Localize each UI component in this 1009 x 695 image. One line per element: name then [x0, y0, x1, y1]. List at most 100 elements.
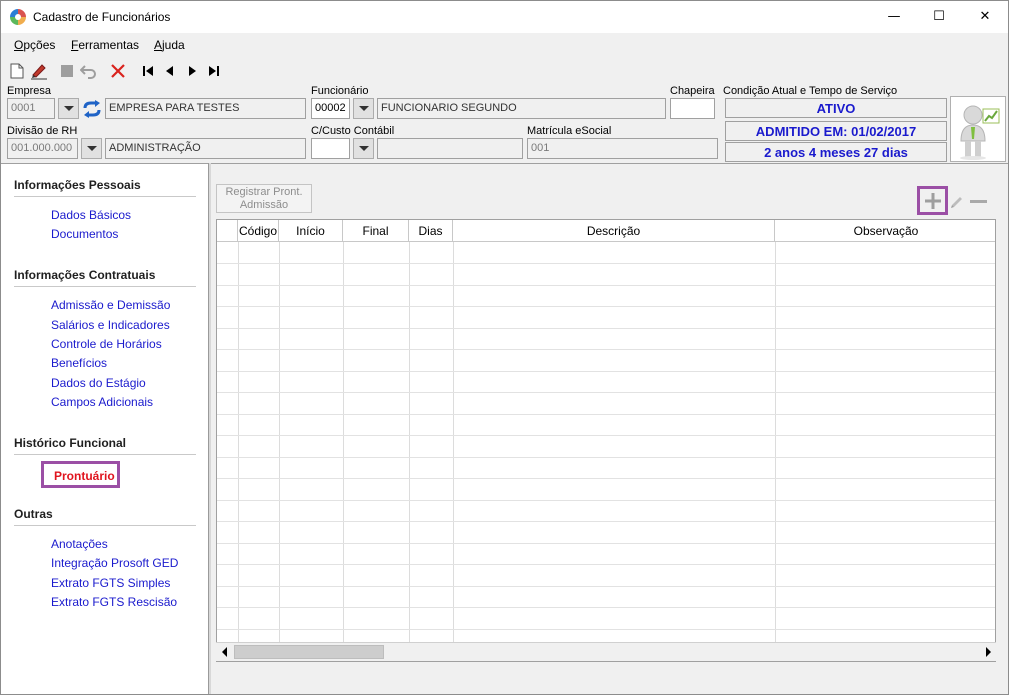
plus-icon — [924, 192, 941, 209]
grid-row-line — [217, 478, 995, 479]
section-informacoes-pessoais: Informações Pessoais — [14, 178, 141, 192]
grid-row-line — [217, 414, 995, 415]
grid-col-indicator — [217, 220, 238, 242]
register-admission-button[interactable]: Registrar Pront. Admissão — [216, 184, 312, 213]
grid-col-codigo[interactable]: Código — [238, 220, 279, 242]
register-admission-label-line2: Admissão — [239, 199, 289, 211]
new-document-icon[interactable] — [8, 62, 26, 80]
grid-col-final[interactable]: Final — [343, 220, 409, 242]
grid-row-line — [217, 328, 995, 329]
grid-row-line — [217, 564, 995, 565]
grid-col-descricao[interactable]: Descrição — [453, 220, 775, 242]
sidebar-item-dados-basicos[interactable]: Dados Básicos — [51, 208, 131, 222]
menu-ferramentas[interactable]: Ferramentas — [71, 38, 139, 52]
grid-row-line — [217, 349, 995, 350]
sidebar-item-prontuario[interactable]: Prontuário — [54, 469, 115, 483]
empresa-code-field[interactable]: 0001 — [7, 98, 55, 119]
menu-ajuda[interactable]: Ajuda — [154, 38, 185, 52]
section-outras: Outras — [14, 507, 53, 521]
sidebar-item-prontuario-highlight[interactable]: Prontuário — [41, 461, 120, 488]
sidebar-item-salarios[interactable]: Salários e Indicadores — [51, 318, 170, 332]
funcionario-code-field[interactable]: 00002 — [311, 98, 350, 119]
section-informacoes-contratuais: Informações Contratuais — [14, 268, 156, 282]
edit-record-icon[interactable] — [949, 193, 965, 209]
sidebar-item-admissao-demissao[interactable]: Admissão e Demissão — [51, 298, 170, 312]
register-admission-label-line1: Registrar Pront. — [225, 186, 303, 198]
first-record-icon[interactable] — [139, 62, 157, 80]
grid-column-line — [453, 242, 454, 661]
grid-header: Código Início Final Dias Descrição Obser… — [217, 220, 995, 242]
add-record-button[interactable] — [917, 186, 948, 215]
grid-row-line — [217, 435, 995, 436]
grid-col-inicio[interactable]: Início — [279, 220, 343, 242]
grid-row-line — [217, 285, 995, 286]
delete-icon[interactable] — [109, 62, 127, 80]
prontuario-grid[interactable]: Código Início Final Dias Descrição Obser… — [216, 219, 996, 662]
service-time-badge: 2 anos 4 meses 27 dias — [725, 142, 947, 162]
sidebar-item-anotacoes[interactable]: Anotações — [51, 537, 108, 551]
grid-row-line — [217, 306, 995, 307]
grid-col-dias[interactable]: Dias — [409, 220, 453, 242]
menu-bar: Opções Ferramentas Ajuda — [1, 33, 1008, 57]
section-divider — [14, 454, 196, 455]
condicao-label: Condição Atual e Tempo de Serviço — [723, 85, 898, 97]
sidebar-item-documentos[interactable]: Documentos — [51, 227, 118, 241]
divisao-name-field: ADMINISTRAÇÃO — [105, 138, 306, 159]
edit-icon[interactable] — [30, 62, 48, 80]
sidebar-item-beneficios[interactable]: Benefícios — [51, 356, 107, 370]
grid-row-line — [217, 371, 995, 372]
grid-row-line — [217, 607, 995, 608]
grid-row-line — [217, 629, 995, 630]
toolbar — [1, 58, 1008, 84]
divisao-dropdown-button[interactable] — [81, 138, 102, 159]
sidebar-item-integracao-ged[interactable]: Integração Prosoft GED — [51, 556, 178, 570]
menu-opcoes[interactable]: Opções — [14, 38, 55, 52]
grid-column-line — [279, 242, 280, 661]
custo-label: C/Custo Contábil — [311, 125, 395, 137]
minimize-button[interactable]: — — [871, 1, 917, 32]
grid-row-line — [217, 521, 995, 522]
sidebar-item-campos-adicionais[interactable]: Campos Adicionais — [51, 395, 153, 409]
sidebar-item-controle-horarios[interactable]: Controle de Horários — [51, 337, 162, 351]
scroll-right-icon[interactable] — [986, 647, 991, 657]
divisao-code-field[interactable]: 001.000.000 — [7, 138, 78, 159]
matricula-label: Matrícula eSocial — [527, 125, 612, 137]
empresa-name-field: EMPRESA PARA TESTES — [105, 98, 306, 119]
previous-record-icon[interactable] — [161, 62, 179, 80]
empresa-dropdown-button[interactable] — [58, 98, 79, 119]
sidebar-item-dados-estagio[interactable]: Dados do Estágio — [51, 376, 146, 390]
section-divider — [14, 286, 196, 287]
sidebar: Informações Pessoais Dados Básicos Docum… — [1, 163, 208, 694]
undo-icon[interactable] — [80, 62, 98, 80]
close-button[interactable]: ✕ — [962, 1, 1008, 32]
app-logo-icon — [10, 9, 26, 25]
divisao-label: Divisão de RH — [7, 125, 78, 137]
chapeira-field[interactable] — [670, 98, 715, 119]
employee-avatar — [950, 96, 1006, 162]
custo-code-field[interactable] — [311, 138, 350, 159]
section-historico-funcional: Histórico Funcional — [14, 436, 127, 450]
custo-dropdown-button[interactable] — [353, 138, 374, 159]
grid-row-line — [217, 586, 995, 587]
maximize-button[interactable]: ☐ — [916, 1, 962, 32]
prontuario-panel: Registrar Pront. Admissão Código Início … — [211, 163, 1008, 694]
window-title: Cadastro de Funcionários — [33, 10, 171, 24]
horizontal-scrollbar[interactable] — [216, 642, 996, 661]
application-window: Cadastro de Funcionários — ☐ ✕ Opções Fe… — [0, 0, 1009, 695]
scroll-left-icon[interactable] — [222, 647, 227, 657]
remove-record-icon[interactable] — [970, 200, 987, 203]
next-record-icon[interactable] — [183, 62, 201, 80]
scrollbar-thumb[interactable] — [234, 645, 384, 659]
grid-row-line — [217, 392, 995, 393]
grid-col-observacao[interactable]: Observação — [775, 220, 995, 242]
matricula-field[interactable]: 001 — [527, 138, 718, 159]
funcionario-dropdown-button[interactable] — [353, 98, 374, 119]
save-icon[interactable] — [58, 62, 76, 80]
section-divider — [14, 196, 196, 197]
grid-row-line — [217, 457, 995, 458]
swap-company-icon[interactable] — [82, 100, 102, 118]
sidebar-item-extrato-fgts-rescisao[interactable]: Extrato FGTS Rescisão — [51, 595, 177, 609]
funcionario-label: Funcionário — [311, 85, 369, 97]
last-record-icon[interactable] — [205, 62, 223, 80]
sidebar-item-extrato-fgts-simples[interactable]: Extrato FGTS Simples — [51, 576, 170, 590]
